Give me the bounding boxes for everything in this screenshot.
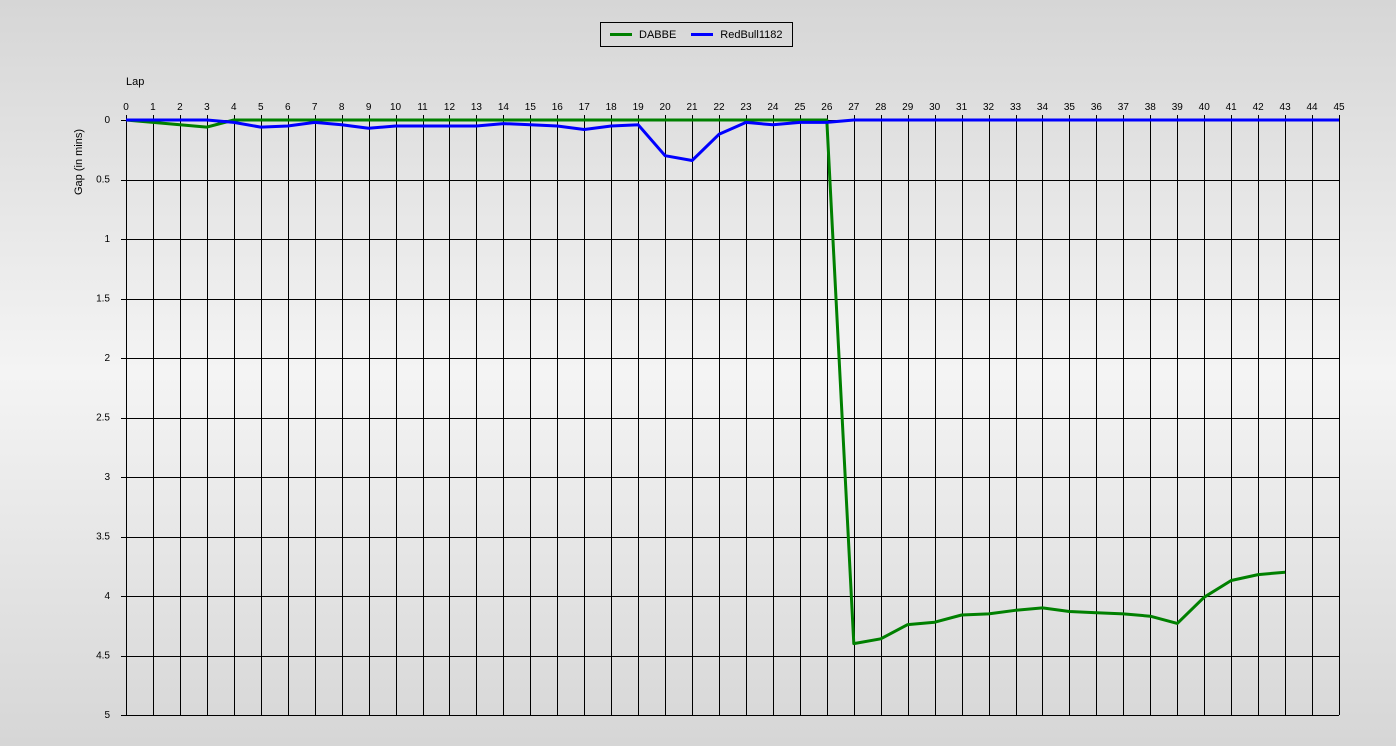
- x-tick-label: 33: [1010, 102, 1022, 113]
- x-tick-label: 26: [821, 102, 833, 113]
- x-tick-label: 38: [1145, 102, 1157, 113]
- x-tick-label: 43: [1280, 102, 1292, 113]
- x-tick-label: 19: [633, 102, 645, 113]
- x-tick-label: 39: [1172, 102, 1184, 113]
- y-tick-label: 4.5: [96, 651, 110, 662]
- x-tick-label: 4: [231, 102, 237, 113]
- x-tick-label: 22: [713, 102, 725, 113]
- x-tick-label: 35: [1064, 102, 1076, 113]
- x-tick-label: 42: [1253, 102, 1265, 113]
- x-tick-label: 29: [902, 102, 914, 113]
- x-tick-label: 12: [444, 102, 456, 113]
- gap-chart: DABBE RedBull1182 Lap Gap (in mins) 0123…: [0, 0, 1396, 746]
- x-tick-label: 10: [390, 102, 402, 113]
- y-tick-label: 0.5: [96, 175, 110, 186]
- x-tick-label: 0: [123, 102, 129, 113]
- x-tick-label: 5: [258, 102, 264, 113]
- y-tick-label: 4: [104, 591, 110, 602]
- y-tick-labels: 0 0.5 1 1.5 2 2.5 3 3.5 4 4.5 5: [96, 115, 110, 721]
- series-line-redbull1182: [126, 118, 1339, 162]
- x-tick-label: 15: [525, 102, 537, 113]
- x-tick-label: 44: [1306, 102, 1318, 113]
- x-tick-label: 18: [606, 102, 618, 113]
- y-tick-label: 2: [104, 353, 110, 364]
- x-tick-label: 17: [579, 102, 591, 113]
- x-tick-label: 11: [417, 102, 428, 113]
- x-tick-label: 32: [983, 102, 995, 113]
- x-tick-label: 23: [740, 102, 752, 113]
- y-tick-label: 1: [104, 234, 110, 245]
- y-tick-label: 0: [104, 115, 110, 126]
- x-tick-label: 36: [1091, 102, 1103, 113]
- x-tick-label: 3: [204, 102, 210, 113]
- x-tick-label: 21: [687, 102, 699, 113]
- x-tick-label: 31: [956, 102, 968, 113]
- plot-area: 0 1 2 3 4 5 6 7 8 9 10 11 12 13 14 15 16 17 18 19 20 21 22 23 24…: [96, 102, 1345, 721]
- x-tick-label: 34: [1037, 102, 1049, 113]
- x-tick-label: 24: [767, 102, 779, 113]
- y-tick-label: 1.5: [96, 294, 110, 305]
- x-tick-label: 2: [177, 102, 183, 113]
- x-tick-label: 25: [794, 102, 806, 113]
- x-tick-label: 9: [366, 102, 372, 113]
- y-tick-label: 2.5: [96, 413, 110, 424]
- y-tick-label: 3: [104, 472, 110, 483]
- x-tick-label: 37: [1118, 102, 1130, 113]
- x-tick-label: 13: [471, 102, 483, 113]
- y-tick-label: 3.5: [96, 532, 110, 543]
- x-tick-label: 41: [1226, 102, 1238, 113]
- x-tick-label: 30: [929, 102, 941, 113]
- grid: [121, 115, 1340, 716]
- x-tick-label: 7: [312, 102, 318, 113]
- x-tick-label: 27: [848, 102, 860, 113]
- x-tick-label: 20: [660, 102, 672, 113]
- x-tick-label: 28: [875, 102, 887, 113]
- x-tick-label: 6: [285, 102, 291, 113]
- x-tick-label: 40: [1199, 102, 1211, 113]
- x-tick-label: 45: [1333, 102, 1345, 113]
- x-tick-label: 16: [552, 102, 564, 113]
- x-tick-label: 14: [498, 102, 510, 113]
- series-lines: [125, 118, 1339, 646]
- x-tick-label: 1: [150, 102, 156, 113]
- x-tick-labels: 0 1 2 3 4 5 6 7 8 9 10 11 12 13 14 15 16 17 18 19 20 21 22 23 24…: [123, 102, 1345, 113]
- series-line-dabbe: [125, 118, 1286, 646]
- y-tick-label: 5: [104, 710, 110, 721]
- x-tick-label: 8: [339, 102, 345, 113]
